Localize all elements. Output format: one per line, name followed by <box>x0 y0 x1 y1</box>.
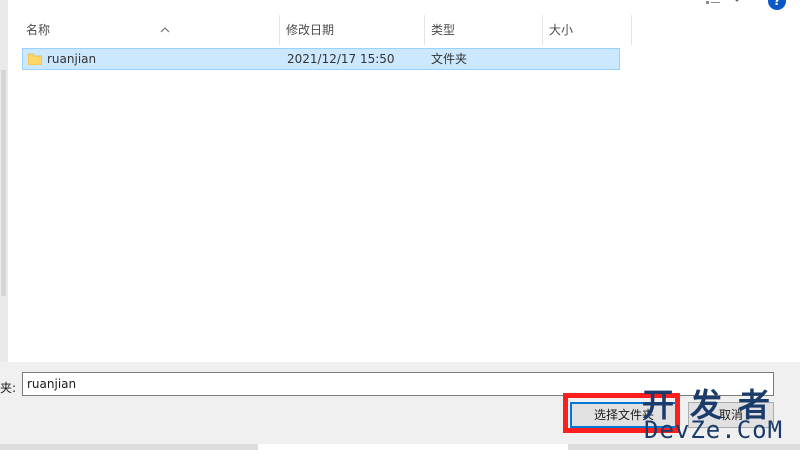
help-icon[interactable]: ? <box>768 0 786 10</box>
column-header-type[interactable]: 类型 <box>425 15 543 45</box>
scrollbar-thumb[interactable] <box>1 70 6 296</box>
folder-icon <box>28 53 42 65</box>
annotation-highlight <box>563 393 680 433</box>
left-scrollbar[interactable] <box>0 0 8 362</box>
column-header-name[interactable]: 名称 <box>20 15 280 45</box>
window-bottom-edge <box>0 444 800 450</box>
column-header-row: 名称 修改日期 类型 大小 <box>20 15 632 45</box>
folder-field-label: 夹: <box>0 381 17 395</box>
file-type: 文件夹 <box>431 52 468 66</box>
file-row[interactable]: ruanjian 2021/12/17 15:50 文件夹 <box>22 48 620 70</box>
sort-ascending-icon <box>160 27 170 33</box>
chevron-down-icon[interactable] <box>733 0 741 4</box>
view-options-icon[interactable] <box>706 0 720 6</box>
file-name: ruanjian <box>47 52 97 66</box>
column-header-size[interactable]: 大小 <box>543 15 632 45</box>
cancel-button[interactable]: 取消 <box>688 402 774 428</box>
file-list-pane: ? 名称 修改日期 类型 大小 ruanjian 2021/12/17 15:5… <box>8 0 800 362</box>
column-header-modified[interactable]: 修改日期 <box>280 15 425 45</box>
dialog-footer: 夹: 选择文件夹 取消 <box>0 362 800 450</box>
file-modified-date: 2021/12/17 15:50 <box>287 52 395 66</box>
window-bottom-block <box>258 444 568 450</box>
